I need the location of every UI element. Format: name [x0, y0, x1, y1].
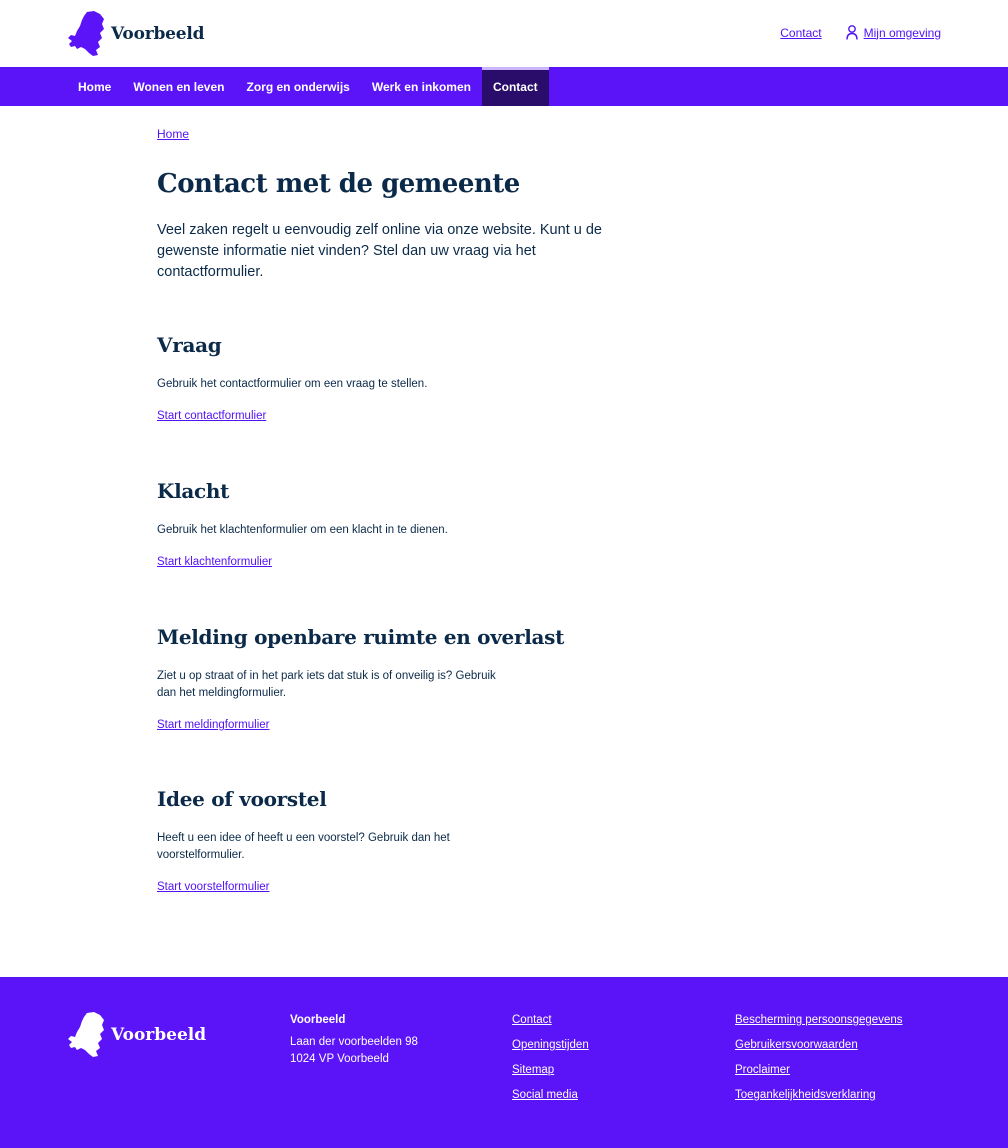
footer-links-col2: Bescherming persoonsgegevens Gebruikersv…: [735, 1012, 903, 1112]
footer-link-accessibility[interactable]: Toegankelijkheidsverklaring: [735, 1087, 903, 1104]
section-klacht: Klacht Gebruik het klachtenformulier om …: [157, 479, 617, 570]
netherlands-map-icon: [68, 1012, 104, 1057]
section-text: Gebruik het contactformulier om een vraa…: [157, 378, 428, 390]
site-footer: Voorbeeld Voorbeeld Laan der voorbeelden…: [0, 977, 1008, 1148]
top-links: Contact Mijn omgeving: [780, 25, 941, 40]
user-icon: [845, 25, 858, 40]
site-logo[interactable]: Voorbeeld: [67, 11, 205, 56]
footer-logo[interactable]: Voorbeeld: [67, 1012, 206, 1057]
footer-address: Voorbeeld Laan der voorbeelden 98 1024 V…: [290, 1012, 418, 1068]
footer-link-social-media[interactable]: Social media: [512, 1087, 589, 1104]
section-title: Vraag: [157, 333, 222, 357]
footer-links-col1: Contact Openingstijden Sitemap Social me…: [512, 1012, 589, 1112]
section-text: Gebruik het klachtenformulier om een kla…: [157, 524, 448, 536]
footer-link-terms[interactable]: Gebruikersvoorwaarden: [735, 1037, 903, 1054]
page-title: Contact met de gemeente: [157, 169, 520, 199]
section-title: Idee of voorstel: [157, 787, 327, 811]
section-idee: Idee of voorstel Heeft u een idee of hee…: [157, 787, 617, 895]
footer-link-sitemap[interactable]: Sitemap: [512, 1062, 589, 1079]
start-klachtenformulier-link[interactable]: Start klachtenformulier: [157, 556, 272, 568]
section-title: Klacht: [157, 479, 230, 503]
section-text: Ziet u op straat of in het park iets dat…: [157, 670, 496, 699]
main-navigation: Home Wonen en leven Zorg en onderwijs We…: [0, 67, 1008, 106]
footer-link-contact[interactable]: Contact: [512, 1012, 589, 1029]
nav-item-contact[interactable]: Contact: [481, 67, 549, 106]
breadcrumb-home-link[interactable]: Home: [157, 127, 189, 141]
section-title: Melding openbare ruimte en overlast: [157, 625, 565, 649]
nav-item-home[interactable]: Home: [67, 67, 122, 106]
netherlands-map-icon: [68, 11, 104, 56]
my-account-label: Mijn omgeving: [863, 25, 941, 40]
address-street: Laan der voorbeelden 98: [290, 1036, 418, 1048]
footer-link-privacy[interactable]: Bescherming persoonsgegevens: [735, 1012, 903, 1029]
top-contact-link[interactable]: Contact: [780, 26, 821, 40]
start-voorstelformulier-link[interactable]: Start voorstelformulier: [157, 881, 269, 893]
intro-text: Veel zaken regelt u eenvoudig zelf onlin…: [157, 222, 602, 280]
my-account-link[interactable]: Mijn omgeving: [845, 25, 941, 40]
site-header: Voorbeeld Contact Mijn omgeving: [0, 0, 1008, 67]
address-city: 1024 VP Voorbeeld: [290, 1053, 389, 1065]
footer-link-proclaimer[interactable]: Proclaimer: [735, 1062, 903, 1079]
section-text: Heeft u een idee of heeft u een voorstel…: [157, 832, 450, 861]
nav-item-zorg-en-onderwijs[interactable]: Zorg en onderwijs: [235, 67, 360, 106]
start-meldingformulier-link[interactable]: Start meldingformulier: [157, 719, 269, 731]
section-melding: Melding openbare ruimte en overlast Ziet…: [157, 625, 617, 733]
nav-item-wonen-en-leven[interactable]: Wonen en leven: [122, 67, 235, 106]
address-name: Voorbeeld: [290, 1014, 346, 1026]
start-contactformulier-link[interactable]: Start contactformulier: [157, 410, 266, 422]
nav-item-werk-en-inkomen[interactable]: Werk en inkomen: [361, 67, 482, 106]
section-vraag: Vraag Gebruik het contactformulier om ee…: [157, 333, 617, 424]
footer-link-openingstijden[interactable]: Openingstijden: [512, 1037, 589, 1054]
logo-text: Voorbeeld: [111, 23, 205, 44]
footer-logo-text: Voorbeeld: [111, 1024, 207, 1045]
